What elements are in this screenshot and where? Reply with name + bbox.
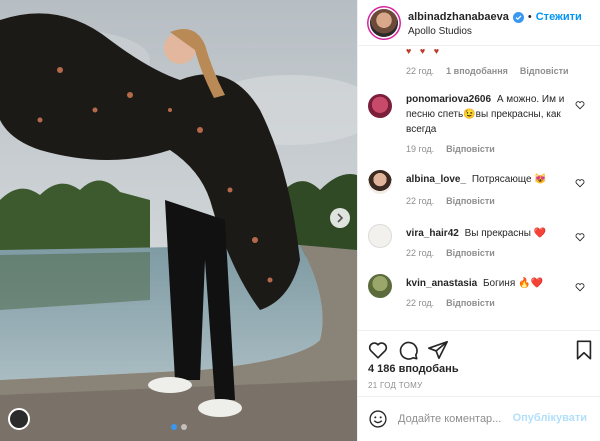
- reply-button[interactable]: Відповісти: [520, 66, 569, 76]
- post-photo[interactable]: [0, 0, 357, 441]
- photo-image: [0, 0, 357, 441]
- follow-button[interactable]: Стежити: [536, 11, 582, 23]
- like-comment-heart-icon[interactable]: [575, 178, 585, 188]
- commenter-avatar[interactable]: [368, 224, 392, 248]
- comment-body: kvin_anastasia Богиня 🔥❤️: [406, 276, 566, 291]
- commenter-username[interactable]: kvin_anastasia: [406, 278, 477, 289]
- reply-button[interactable]: Відповісти: [446, 144, 495, 154]
- post-time: 21 ГОД ТОМУ: [368, 381, 423, 390]
- reply-button[interactable]: Відповісти: [446, 298, 495, 308]
- author-username[interactable]: albinadzhanabaeva: [408, 11, 509, 23]
- like-comment-heart-icon[interactable]: [575, 232, 585, 242]
- comment-meta: 19 год. Відповісти: [406, 144, 495, 154]
- likes-count[interactable]: 4 186 вподобань: [368, 363, 459, 375]
- cut-off-comment-emojis: ♥ ♥ ♥: [406, 46, 443, 56]
- reply-button[interactable]: Відповісти: [446, 248, 495, 258]
- share-paper-plane-icon[interactable]: [427, 339, 449, 361]
- comment-time: 19 год.: [406, 144, 435, 154]
- chevron-right-icon: [337, 213, 344, 223]
- separator-dot: •: [527, 11, 532, 23]
- comment-time: 22 год.: [406, 66, 435, 76]
- emoji-smile-icon[interactable]: [368, 409, 388, 429]
- comment-text: Потрясающе 😻: [471, 174, 547, 185]
- comment-time: 22 год.: [406, 298, 435, 308]
- post-location[interactable]: Apollo Studios: [408, 26, 472, 37]
- comment-meta: 22 год. Відповісти: [406, 196, 495, 206]
- verified-icon: [512, 11, 524, 23]
- comment-bubble-icon[interactable]: [397, 339, 419, 361]
- next-photo-button[interactable]: [330, 208, 350, 228]
- comment-body: ponomariova2606 А можно. Им и песню спет…: [406, 92, 566, 137]
- author-line: albinadzhanabaeva • Стежити: [408, 11, 582, 23]
- comment-body: vira_hair42 Вы прекрасны ❤️: [406, 226, 566, 241]
- commenter-avatar[interactable]: [368, 94, 392, 118]
- like-comment-heart-icon[interactable]: [575, 100, 585, 110]
- comment-meta: 22 год. 1 вподобання Відповісти: [406, 66, 569, 76]
- comments-list[interactable]: ♥ ♥ ♥ 22 год. 1 вподобання Відповісти po…: [358, 46, 600, 330]
- comment-meta: 22 год. Відповісти: [406, 248, 495, 258]
- comment-meta: 22 год. Відповісти: [406, 298, 495, 308]
- comment-likes[interactable]: 1 вподобання: [446, 66, 508, 76]
- commenter-username[interactable]: vira_hair42: [406, 228, 459, 239]
- carousel-dot: [170, 424, 177, 430]
- comment-time: 22 год.: [406, 196, 435, 206]
- author-avatar[interactable]: [370, 9, 398, 37]
- carousel-indicator: [0, 424, 357, 430]
- commenter-avatar[interactable]: [368, 170, 392, 194]
- comment-body: albina_love_ Потрясающе 😻: [406, 172, 566, 187]
- publish-button[interactable]: Опублікувати: [513, 412, 587, 424]
- comment-text: Богиня 🔥❤️: [482, 278, 543, 289]
- post-sidebar: albinadzhanabaeva • Стежити Apollo Studi…: [357, 0, 600, 441]
- comment-time: 22 год.: [406, 248, 435, 258]
- reply-button[interactable]: Відповісти: [446, 196, 495, 206]
- commenter-username[interactable]: albina_love_: [406, 174, 466, 185]
- save-bookmark-icon[interactable]: [573, 339, 595, 361]
- add-comment-bar: Опублікувати: [358, 396, 600, 441]
- like-heart-icon[interactable]: [367, 339, 389, 361]
- comment-text: Вы прекрасны ❤️: [464, 228, 547, 239]
- like-comment-heart-icon[interactable]: [575, 282, 585, 292]
- commenter-avatar[interactable]: [368, 274, 392, 298]
- commenter-username[interactable]: ponomariova2606: [406, 94, 491, 105]
- post-header: albinadzhanabaeva • Стежити Apollo Studi…: [358, 0, 600, 46]
- carousel-dot: [180, 424, 187, 430]
